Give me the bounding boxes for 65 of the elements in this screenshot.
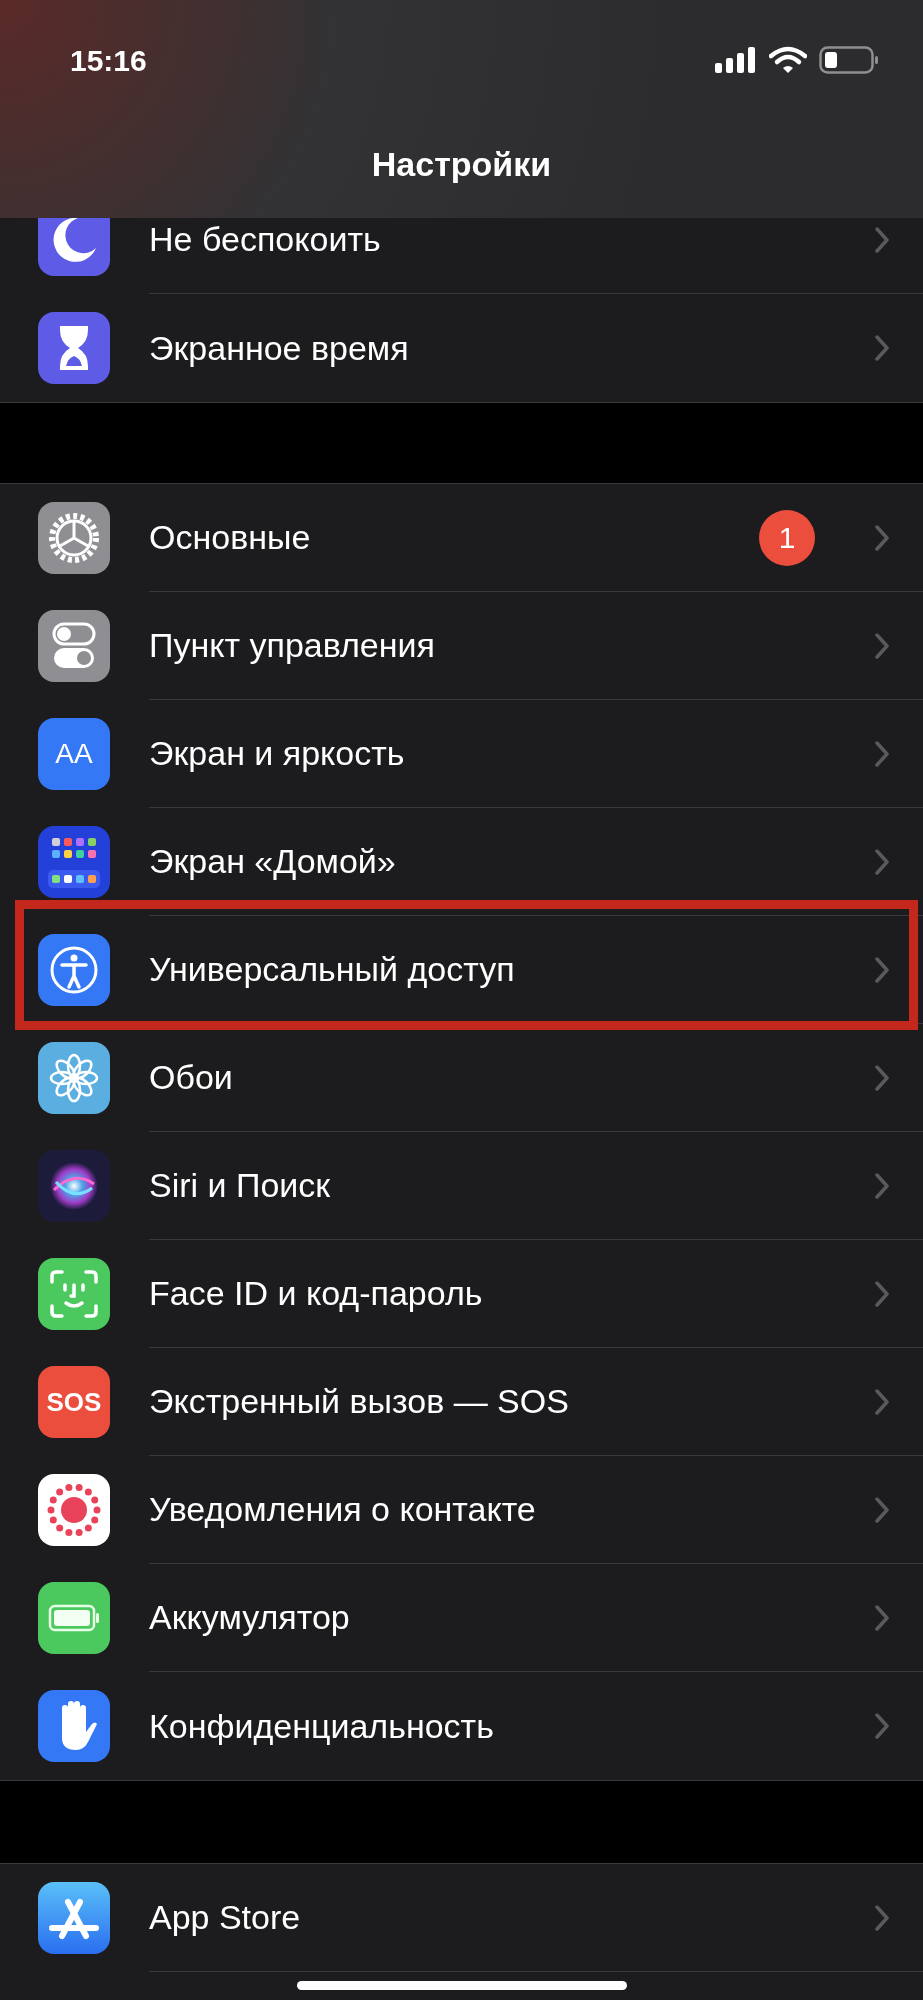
gear-icon: [38, 502, 110, 574]
icon-label: SOS: [46, 1389, 102, 1415]
toggles-icon: [38, 610, 110, 682]
screen-title: Настройки: [371, 143, 552, 185]
chevron-right-icon: [875, 1064, 889, 1091]
flower-icon: [38, 1042, 110, 1114]
settings-row[interactable]: Уведомления о контакте: [0, 1456, 923, 1564]
settings-row[interactable]: Face ID и код-пароль: [0, 1240, 923, 1348]
siri-icon: [38, 1150, 110, 1222]
chevron-right-icon: [875, 1172, 889, 1199]
settings-row[interactable]: Универсальный доступ: [0, 916, 923, 1024]
face-id-icon: [38, 1258, 110, 1330]
chevron-right-icon: [875, 1388, 889, 1415]
settings-row[interactable]: Экран «Домой»: [0, 808, 923, 916]
chevron-right-icon: [875, 524, 889, 551]
row-label: Экран «Домой»: [149, 841, 397, 882]
signal-icon: [715, 47, 757, 73]
settings-row[interactable]: Экранное время: [0, 294, 923, 402]
row-label: Конфиденциальность: [149, 1705, 495, 1747]
hourglass-icon: [38, 312, 110, 384]
moon-icon: [38, 218, 110, 276]
settings-row[interactable]: Пункт управления: [0, 592, 923, 700]
row-label: App Store: [149, 1897, 302, 1938]
row-label: Аккумулятор: [149, 1597, 351, 1638]
status-time: 15:16: [70, 42, 147, 79]
chevron-right-icon: [875, 1713, 889, 1739]
settings-row[interactable]: Не беспокоить: [0, 218, 923, 294]
settings-row[interactable]: Аккумулятор: [0, 1564, 923, 1672]
wifi-icon: [769, 46, 807, 74]
settings-row[interactable]: AA Экран и яркость: [0, 700, 923, 808]
row-label: Не беспокоить: [149, 219, 382, 260]
settings-row[interactable]: App Store: [0, 1864, 923, 1972]
row-label: Пункт управления: [149, 625, 436, 666]
row-label: Универсальный доступ: [149, 949, 516, 990]
settings-row[interactable]: Siri и Поиск: [0, 1132, 923, 1240]
chevron-right-icon: [875, 848, 889, 875]
icon-label: AA: [55, 740, 93, 768]
chevron-right-icon: [875, 335, 889, 361]
row-label: Уведомления о контакте: [149, 1489, 537, 1530]
row-label: Siri и Поиск: [149, 1165, 332, 1206]
chevron-right-icon: [875, 632, 889, 659]
chevron-right-icon: [875, 956, 889, 983]
chevron-right-icon: [875, 1604, 889, 1631]
settings-row[interactable]: Обои: [0, 1024, 923, 1132]
settings-row[interactable]: Конфиденциальность: [0, 1672, 923, 1780]
battery-icon: [38, 1582, 110, 1654]
row-label: Экранное время: [149, 327, 410, 369]
chevron-right-icon: [875, 1496, 889, 1523]
chevron-right-icon: [875, 1904, 889, 1931]
home-screen-icon: [38, 826, 110, 898]
row-label: Face ID и код-пароль: [149, 1273, 484, 1314]
row-label: Экран и яркость: [149, 733, 406, 774]
hand-icon: [38, 1690, 110, 1762]
row-label: Основные: [149, 517, 312, 558]
row-label: Экстренный вызов — SOS: [149, 1381, 570, 1422]
chevron-right-icon: [875, 226, 889, 253]
chevron-right-icon: [875, 1280, 889, 1307]
battery-status-icon: [819, 46, 879, 74]
settings-row[interactable]: SOS Экстренный вызов — SOS: [0, 1348, 923, 1456]
app-store-icon: [38, 1882, 110, 1954]
chevron-right-icon: [875, 740, 889, 767]
accessibility-icon: [38, 934, 110, 1006]
settings-row[interactable]: Основные 1: [0, 484, 923, 592]
row-label: Обои: [149, 1057, 234, 1098]
notification-badge: 1: [759, 509, 815, 566]
